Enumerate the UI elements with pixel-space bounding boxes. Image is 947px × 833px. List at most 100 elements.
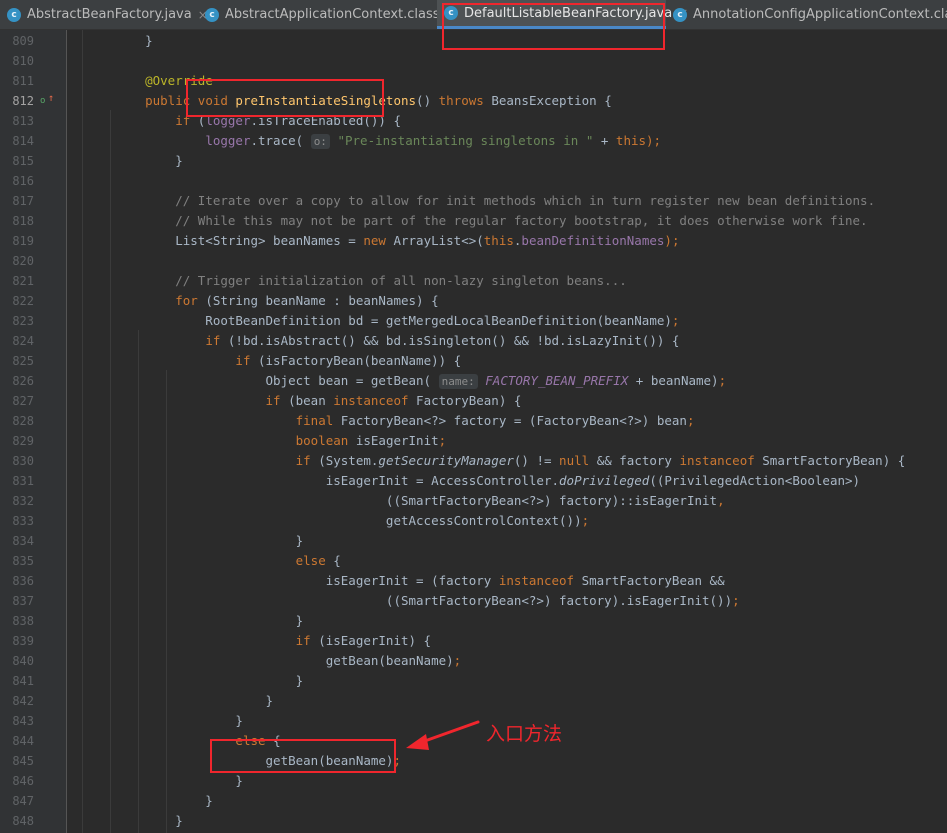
line-number: 839 xyxy=(12,634,34,648)
code-line[interactable]: } xyxy=(115,31,153,51)
code-line[interactable]: } xyxy=(115,531,304,551)
code-line[interactable]: ((SmartFactoryBean<?>) factory)::isEager… xyxy=(115,491,725,511)
code-token: if xyxy=(205,333,228,348)
code-token: , xyxy=(717,493,725,508)
code-token: + xyxy=(593,133,616,148)
code-token: ; xyxy=(732,593,740,608)
code-line[interactable]: } xyxy=(115,711,243,731)
code-line[interactable]: for (String beanName : beanNames) { xyxy=(115,291,439,311)
code-token: beanDefinitionNames xyxy=(521,233,665,248)
line-number: 829 xyxy=(12,434,34,448)
line-number: 819 xyxy=(12,234,34,248)
code-token: } xyxy=(115,533,304,548)
code-line[interactable]: boolean isEagerInit; xyxy=(115,431,447,451)
line-number: 832 xyxy=(12,494,34,508)
line-number: 846 xyxy=(12,774,34,788)
code-token: ; xyxy=(453,653,462,668)
code-line[interactable]: } xyxy=(115,611,304,631)
code-token: if xyxy=(295,633,319,648)
code-line[interactable]: ((SmartFactoryBean<?>) factory).isEagerI… xyxy=(115,591,740,611)
code-token: (String beanName : beanNames) { xyxy=(205,293,439,308)
code-line[interactable]: if (isEagerInit) { xyxy=(115,631,431,651)
line-number: 824 xyxy=(12,334,34,348)
line-number: 842 xyxy=(12,694,34,708)
code-line[interactable]: getAccessControlContext()); xyxy=(115,511,589,531)
code-line[interactable]: List<String> beanNames = new ArrayList<>… xyxy=(115,231,679,251)
code-token: this xyxy=(615,133,647,148)
code-line[interactable]: else { xyxy=(115,551,341,571)
code-token: () xyxy=(416,93,439,108)
code-token: FactoryBean<?> factory = (FactoryBean<?>… xyxy=(340,413,687,428)
code-token: } xyxy=(115,813,183,828)
code-line[interactable]: isEagerInit = AccessController.doPrivile… xyxy=(115,471,860,491)
code-token: if xyxy=(265,393,289,408)
tab-annotationconfigapplicationcontext-class[interactable]: c AnnotationConfigApplicationContext.clas… xyxy=(666,0,947,29)
code-line[interactable]: // Iterate over a copy to allow for init… xyxy=(115,191,875,211)
code-token: SmartFactoryBean) { xyxy=(762,453,906,468)
code-line[interactable]: // While this may not be part of the reg… xyxy=(115,211,867,231)
code-line[interactable]: final FactoryBean<?> factory = (FactoryB… xyxy=(115,411,695,431)
line-number-gutter: o ↑ 809 810 811 812 813 814 815 816 817 818 819 820… xyxy=(0,30,67,833)
code-token: ; xyxy=(438,433,447,448)
code-line[interactable]: isEagerInit = (factory instanceof SmartF… xyxy=(115,571,725,591)
line-number: 835 xyxy=(12,554,34,568)
code-token: instanceof xyxy=(498,573,582,588)
tab-abstractbeanfactory-java[interactable]: c AbstractBeanFactory.java × xyxy=(0,0,208,29)
code-line[interactable]: // Trigger initialization of all non-laz… xyxy=(115,271,627,291)
code-line[interactable]: logger.trace( o: "Pre-instantiating sing… xyxy=(115,131,661,151)
red-arrow-icon xyxy=(406,720,480,750)
code-line[interactable]: } xyxy=(115,791,213,811)
parameter-hint: name: xyxy=(438,374,478,389)
line-number: 836 xyxy=(12,574,34,588)
code-line[interactable]: } xyxy=(115,671,304,691)
line-number: 815 xyxy=(12,154,34,168)
code-token: RootBeanDefinition bd = getMergedLocalBe… xyxy=(115,313,672,328)
code-token: ((SmartFactoryBean<?>) factory).isEagerI… xyxy=(115,593,733,608)
code-line[interactable]: if (isFactoryBean(beanName)) { xyxy=(115,351,461,371)
line-number: 845 xyxy=(12,754,34,768)
implementing-method-icon[interactable]: o xyxy=(40,96,45,106)
code-line[interactable]: } xyxy=(115,151,183,171)
tab-abstractapplicationcontext-class[interactable]: cAbstractApplicationContext.class× xyxy=(198,0,456,29)
code-line[interactable]: } xyxy=(115,771,243,791)
code-token: new xyxy=(363,233,394,248)
code-line[interactable]: if (!bd.isAbstract() && bd.isSingleton()… xyxy=(115,331,679,351)
code-line[interactable]: } xyxy=(115,811,183,831)
code-token: } xyxy=(115,33,153,48)
code-token: Object bean = getBean( xyxy=(115,373,439,388)
code-token: this xyxy=(483,233,514,248)
code-line[interactable]: Object bean = getBean( name: FACTORY_BEA… xyxy=(115,371,726,391)
code-token: // Trigger initialization of all non-laz… xyxy=(175,273,627,288)
line-number: 816 xyxy=(12,174,34,188)
line-number: 813 xyxy=(12,114,34,128)
line-number: 831 xyxy=(12,474,34,488)
code-token: () != xyxy=(513,453,560,468)
up-arrow-override-icon[interactable]: ↑ xyxy=(48,94,54,104)
code-token: ; xyxy=(581,513,590,528)
code-token: FactoryBean) { xyxy=(416,393,522,408)
tab-label: AnnotationConfigApplicationContext.class xyxy=(693,7,947,22)
code-line[interactable]: RootBeanDefinition bd = getMergedLocalBe… xyxy=(115,311,679,331)
code-token: if xyxy=(295,453,319,468)
line-number: 847 xyxy=(12,794,34,808)
line-number: 840 xyxy=(12,654,34,668)
code-token: ((SmartFactoryBean<?>) factory)::isEager… xyxy=(115,493,718,508)
indent-guide xyxy=(82,30,83,833)
code-token: logger xyxy=(205,133,251,148)
code-line[interactable]: if (System.getSecurityManager() != null … xyxy=(115,451,906,471)
line-number: 812 xyxy=(12,94,34,108)
code-area[interactable]: } @Override public void preInstantiateSi… xyxy=(66,30,947,833)
java-class-icon: c xyxy=(673,7,687,22)
code-token: isEagerInit = AccessController. xyxy=(115,473,560,488)
code-line[interactable]: if (bean instanceof FactoryBean) { xyxy=(115,391,522,411)
